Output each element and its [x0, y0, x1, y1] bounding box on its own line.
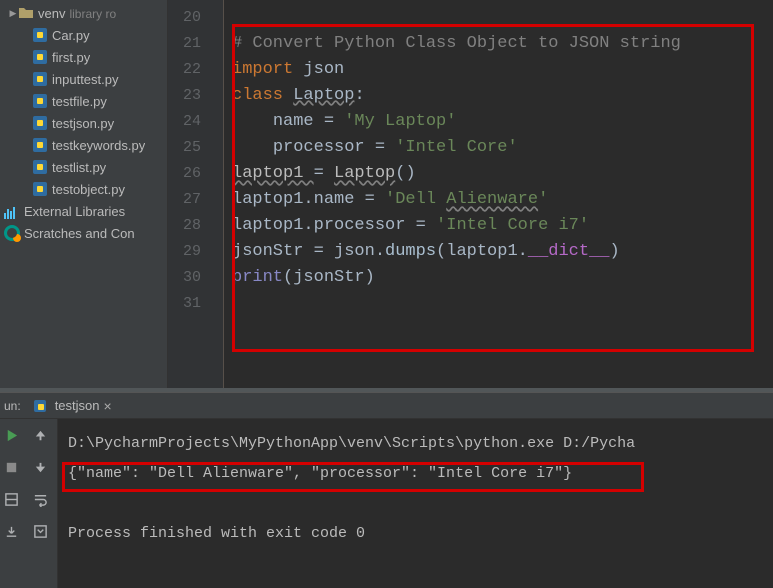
scratches-icon	[4, 225, 20, 241]
tree-label: Scratches and Con	[24, 226, 135, 241]
main-split: ▶ venvlibrary ro Car.py first.py inputtest…	[0, 0, 773, 392]
python-file-icon	[33, 399, 47, 413]
python-file-icon	[32, 71, 48, 87]
run-tabs: un: testjson ×	[0, 393, 773, 419]
tree-label: first.py	[52, 50, 90, 65]
tree-file[interactable]: Car.py	[0, 24, 167, 46]
python-file-icon	[32, 49, 48, 65]
tree-file[interactable]: testkeywords.py	[0, 134, 167, 156]
close-icon[interactable]: ×	[104, 398, 112, 414]
console-output[interactable]: D:\PycharmProjects\MyPythonApp\venv\Scri…	[58, 419, 773, 588]
python-file-icon	[32, 115, 48, 131]
console-line: D:\PycharmProjects\MyPythonApp\venv\Scri…	[68, 429, 769, 459]
tree-file[interactable]: testfile.py	[0, 90, 167, 112]
tree-label: Car.py	[52, 28, 90, 43]
tree-label: venvlibrary ro	[38, 6, 116, 21]
code-line[interactable]: name = 'My Laptop'	[232, 109, 773, 135]
code-editor[interactable]: # Convert Python Class Object to JSON st…	[224, 0, 773, 392]
tree-file[interactable]: testlist.py	[0, 156, 167, 178]
code-line[interactable]: # Convert Python Class Object to JSON st…	[232, 31, 773, 57]
run-label: un:	[4, 399, 21, 413]
soft-wrap-icon[interactable]	[30, 489, 50, 509]
code-line[interactable]: laptop1.name = 'Dell Alienware'	[232, 187, 773, 213]
line-number-gutter[interactable]: 202122232425262728293031	[168, 0, 224, 392]
code-line[interactable]: jsonStr = json.dumps(laptop1.__dict__)	[232, 239, 773, 265]
export-icon[interactable]	[2, 521, 22, 541]
tree-scratches[interactable]: Scratches and Con	[0, 222, 167, 244]
code-line[interactable]: import json	[232, 57, 773, 83]
tree-label: External Libraries	[24, 204, 125, 219]
tree-label: testobject.py	[52, 182, 125, 197]
code-line[interactable]	[232, 5, 773, 31]
tree-file[interactable]: testjson.py	[0, 112, 167, 134]
library-icon	[4, 203, 20, 219]
down-arrow-icon[interactable]	[30, 457, 50, 477]
code-line[interactable]	[232, 291, 773, 317]
python-file-icon	[32, 181, 48, 197]
up-arrow-icon[interactable]	[30, 425, 50, 445]
layout-icon[interactable]	[2, 489, 22, 509]
tree-label: inputtest.py	[52, 72, 119, 87]
run-tool-window: un: testjson ×	[0, 392, 773, 587]
python-file-icon	[32, 137, 48, 153]
code-line[interactable]: print(jsonStr)	[232, 265, 773, 291]
scroll-to-end-icon[interactable]	[30, 521, 50, 541]
folder-icon	[18, 5, 34, 21]
stop-icon[interactable]	[2, 457, 22, 477]
run-tab-label: testjson	[55, 398, 100, 413]
caret-icon: ▶	[8, 8, 18, 19]
code-line[interactable]: laptop1.processor = 'Intel Core i7'	[232, 213, 773, 239]
code-line[interactable]: class Laptop:	[232, 83, 773, 109]
run-toolbar	[0, 419, 58, 588]
python-file-icon	[32, 27, 48, 43]
tree-file[interactable]: inputtest.py	[0, 68, 167, 90]
tree-label: testjson.py	[52, 116, 114, 131]
rerun-icon[interactable]	[2, 425, 22, 445]
tree-file[interactable]: testobject.py	[0, 178, 167, 200]
console-line	[68, 489, 769, 519]
tree-label: testlist.py	[52, 160, 106, 175]
python-file-icon	[32, 93, 48, 109]
python-file-icon	[32, 159, 48, 175]
console-line: Process finished with exit code 0	[68, 519, 769, 549]
tree-label: testfile.py	[52, 94, 107, 109]
run-tab-testjson[interactable]: testjson ×	[25, 393, 120, 419]
code-line[interactable]: laptop1 = Laptop()	[232, 161, 773, 187]
code-line[interactable]: processor = 'Intel Core'	[232, 135, 773, 161]
console-line: {"name": "Dell Alienware", "processor": …	[68, 459, 769, 489]
tree-file[interactable]: first.py	[0, 46, 167, 68]
tree-external-libraries[interactable]: External Libraries	[0, 200, 167, 222]
tree-label: testkeywords.py	[52, 138, 145, 153]
tree-folder-venv[interactable]: ▶ venvlibrary ro	[0, 2, 167, 24]
project-tree[interactable]: ▶ venvlibrary ro Car.py first.py inputtest…	[0, 0, 168, 392]
